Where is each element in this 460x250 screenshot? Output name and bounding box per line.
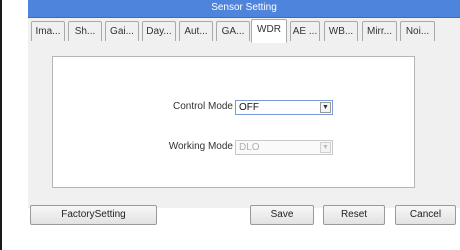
tab-image[interactable]: Ima...: [31, 21, 65, 41]
chevron-down-icon[interactable]: ▼: [320, 102, 331, 113]
tab-label: Mirr...: [367, 26, 392, 37]
tab-auto[interactable]: Aut...: [179, 21, 213, 41]
tab-wdr[interactable]: WDR: [251, 19, 287, 43]
working-mode-value: DLO: [239, 142, 260, 153]
tab-day-night[interactable]: Day...: [142, 21, 176, 41]
working-mode-select: DLO ▼: [235, 140, 333, 155]
chevron-down-icon: ▼: [320, 142, 331, 153]
window-left-edge: [0, 0, 2, 250]
tab-label: Gai...: [110, 26, 134, 37]
tab-mirror[interactable]: Mirr...: [362, 21, 397, 41]
tab-label: Noi...: [405, 26, 430, 37]
tab-label: Day...: [146, 26, 172, 37]
save-button[interactable]: Save: [250, 205, 314, 225]
tab-noise[interactable]: Noi...: [400, 21, 435, 41]
tab-sharpness[interactable]: Sh...: [68, 21, 102, 41]
window-title: Sensor Setting: [211, 2, 277, 13]
tab-gain[interactable]: Gai...: [105, 21, 139, 41]
tab-label: GA...: [221, 26, 245, 37]
tab-ae[interactable]: AE ...: [290, 21, 320, 41]
title-bar[interactable]: Sensor Setting: [28, 0, 460, 18]
tab-strip: Ima... Sh... Gai... Day... Aut... GA... …: [28, 18, 460, 43]
tab-label: Sh...: [74, 26, 96, 37]
tab-label: Aut...: [184, 26, 208, 37]
tab-label: AE ...: [292, 26, 318, 37]
control-mode-value: OFF: [239, 102, 259, 113]
tab-content-panel: Control Mode OFF ▼ Working Mode DLO ▼: [28, 42, 460, 208]
control-mode-label: Control Mode: [172, 101, 233, 112]
control-mode-select[interactable]: OFF ▼: [235, 100, 333, 115]
tab-gamma[interactable]: GA...: [216, 21, 250, 41]
cancel-button[interactable]: Cancel: [395, 205, 456, 225]
tab-label: Ima...: [35, 26, 61, 37]
reset-button[interactable]: Reset: [323, 205, 385, 225]
factory-setting-button[interactable]: FactorySetting: [30, 205, 157, 225]
working-mode-label: Working Mode: [168, 141, 233, 152]
tab-label: WDR: [257, 24, 281, 35]
tab-label: WB...: [328, 26, 354, 37]
tab-white-balance[interactable]: WB...: [324, 21, 358, 41]
wdr-settings-group: Control Mode OFF ▼ Working Mode DLO ▼: [52, 56, 415, 188]
